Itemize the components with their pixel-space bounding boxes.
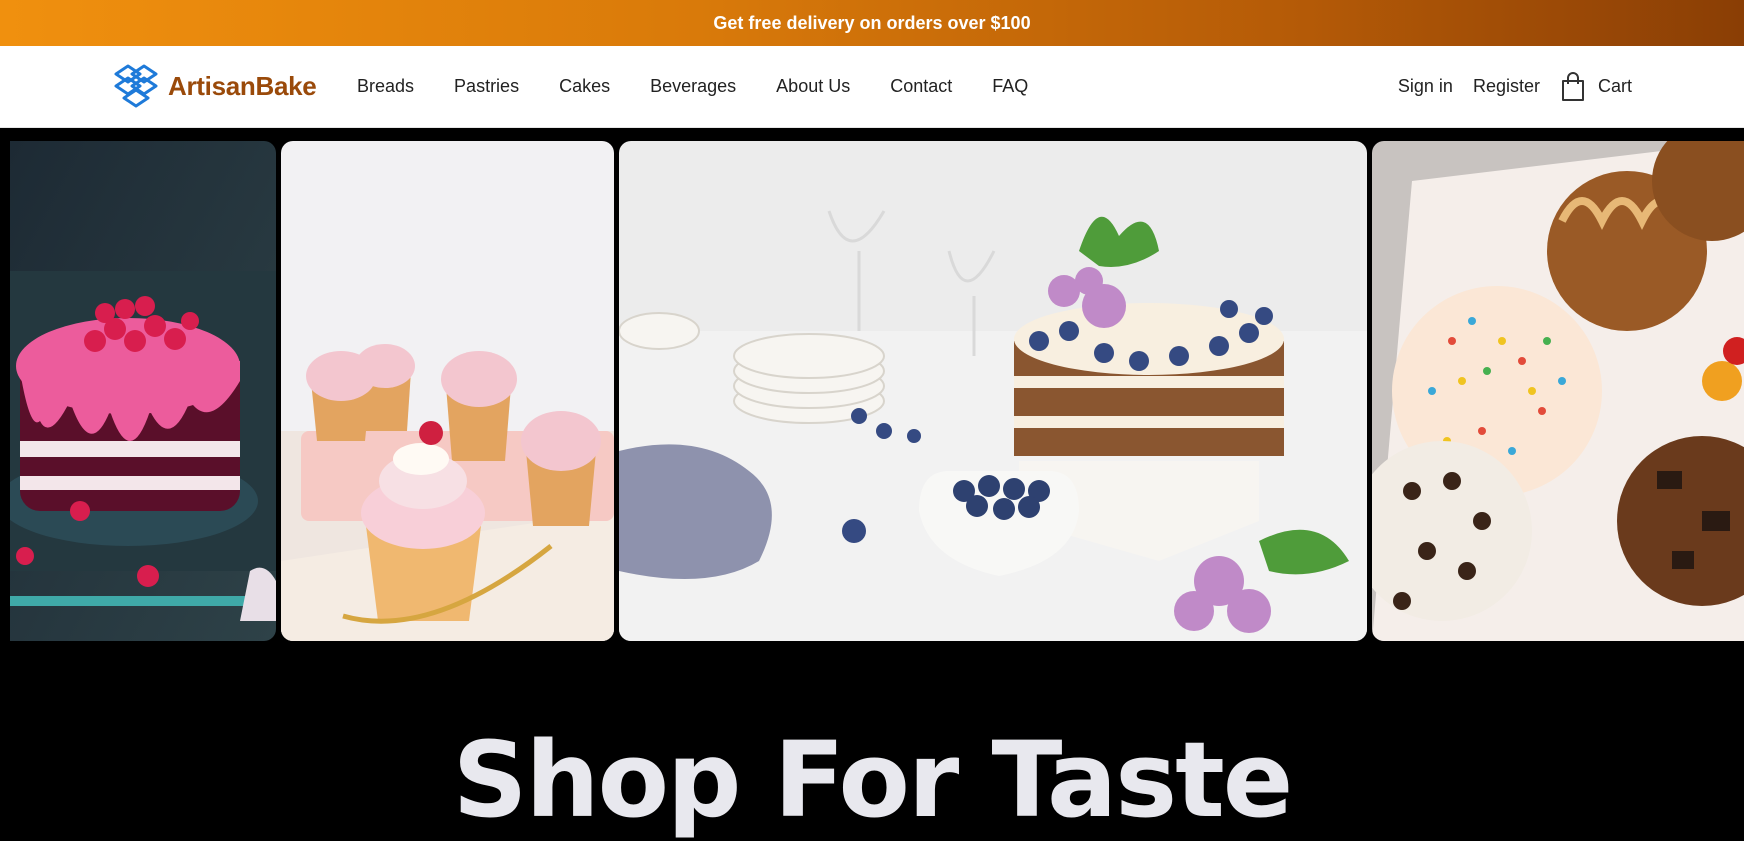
promo-banner: Get free delivery on orders over $100: [0, 0, 1744, 46]
top-navbar: ArtisanBake Breads Pastries Cakes Bevera…: [0, 46, 1744, 128]
shopping-bag-icon: [1561, 71, 1584, 101]
cart-button[interactable]: Cart: [1560, 71, 1632, 102]
nav-link-breads[interactable]: Breads: [357, 76, 414, 97]
promo-text: Get free delivery on orders over $100: [713, 12, 1031, 33]
gallery-image-donuts[interactable]: [1372, 141, 1744, 641]
naked-cake-image: [619, 141, 1367, 641]
account-nav: Sign in Register Cart: [1378, 46, 1632, 127]
nav-link-pastries[interactable]: Pastries: [454, 76, 519, 97]
cupcakes-image: [281, 141, 614, 641]
nav-link-contact[interactable]: Contact: [890, 76, 952, 97]
product-gallery: [0, 141, 1744, 641]
cart-label: Cart: [1597, 76, 1632, 96]
brand-logo[interactable]: ArtisanBake: [110, 60, 317, 112]
nav-link-cakes[interactable]: Cakes: [559, 76, 610, 97]
hero-title: Shop For Taste: [452, 719, 1294, 841]
register-link[interactable]: Register: [1473, 76, 1540, 97]
nav-link-faq[interactable]: FAQ: [992, 76, 1028, 97]
gallery-image-cupcakes[interactable]: [281, 141, 614, 641]
gallery-image-raspberry-cake[interactable]: [10, 141, 276, 641]
nav-link-beverages[interactable]: Beverages: [650, 76, 736, 97]
brand-name: ArtisanBake: [168, 70, 317, 101]
nav-link-about-us[interactable]: About Us: [776, 76, 850, 97]
main-nav: Breads Pastries Cakes Beverages About Us…: [357, 46, 1068, 127]
donuts-image: [1372, 141, 1744, 641]
gallery-image-naked-cake[interactable]: [619, 141, 1367, 641]
stacked-diamond-logo-icon: [114, 64, 158, 108]
raspberry-cake-image: [10, 141, 276, 641]
sign-in-link[interactable]: Sign in: [1398, 76, 1453, 97]
